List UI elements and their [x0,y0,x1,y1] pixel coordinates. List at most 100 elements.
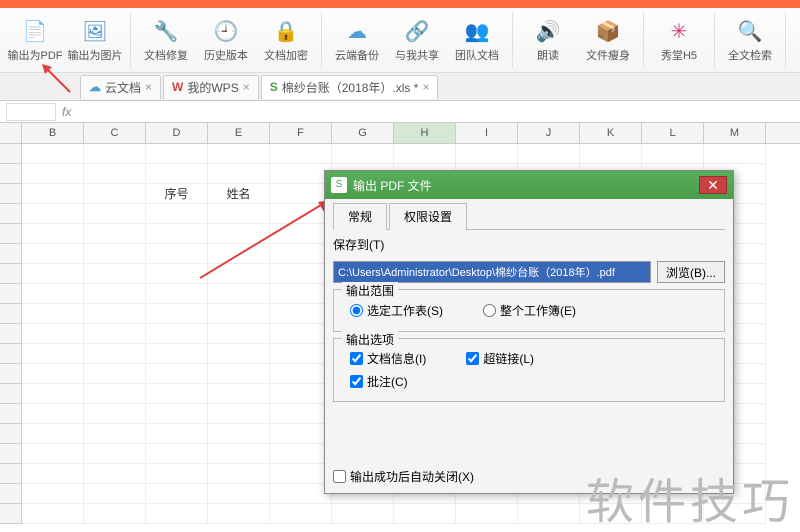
cell-B16[interactable] [22,444,84,464]
row-header[interactable] [0,224,22,244]
close-icon[interactable]: × [145,80,152,94]
cell-E2[interactable] [208,164,270,184]
save-path-input[interactable] [333,261,651,283]
cell-D9[interactable] [146,304,208,324]
toolbar-与我共享[interactable]: 🔗与我共享 [388,12,446,68]
cell-C1[interactable] [84,144,146,164]
cell-E7[interactable] [208,264,270,284]
cell-D4[interactable] [146,204,208,224]
browse-button[interactable]: 浏览(B)... [657,261,725,283]
cell-E17[interactable] [208,464,270,484]
row-header[interactable] [0,284,22,304]
col-header-M[interactable]: M [704,123,766,143]
col-header-J[interactable]: J [518,123,580,143]
cell-D3[interactable]: 序号 [146,184,208,204]
cell-K1[interactable] [580,144,642,164]
col-header-H[interactable]: H [394,123,456,143]
cell-F16[interactable] [270,444,332,464]
cell-B10[interactable] [22,324,84,344]
cell-B7[interactable] [22,264,84,284]
cell-M19[interactable] [704,504,766,524]
cell-J1[interactable] [518,144,580,164]
cell-C2[interactable] [84,164,146,184]
toolbar-输出为PDF[interactable]: 📄输出为PDF [6,12,64,68]
cell-G1[interactable] [332,144,394,164]
cell-D15[interactable] [146,424,208,444]
cell-E1[interactable] [208,144,270,164]
row-header[interactable] [0,204,22,224]
toolbar-云端备份[interactable]: ☁云端备份 [328,12,386,68]
cell-B15[interactable] [22,424,84,444]
row-header[interactable] [0,184,22,204]
cell-C17[interactable] [84,464,146,484]
tab-general[interactable]: 常规 [333,203,387,230]
row-header[interactable] [0,424,22,444]
doc-tab[interactable]: ☁云文档× [80,75,161,99]
cell-C16[interactable] [84,444,146,464]
col-header-I[interactable]: I [456,123,518,143]
row-header[interactable] [0,264,22,284]
check-comments[interactable]: 批注(C) [350,373,408,390]
cell-B5[interactable] [22,224,84,244]
cell-C9[interactable] [84,304,146,324]
cell-E15[interactable] [208,424,270,444]
col-header-L[interactable]: L [642,123,704,143]
cell-F2[interactable] [270,164,332,184]
cell-E11[interactable] [208,344,270,364]
cell-E4[interactable] [208,204,270,224]
cell-J19[interactable] [518,504,580,524]
row-header[interactable] [0,384,22,404]
cell-D10[interactable] [146,324,208,344]
cell-D2[interactable] [146,164,208,184]
cell-B6[interactable] [22,244,84,264]
doc-tab[interactable]: S棉纱台账（2018年）.xls *× [261,75,439,99]
cell-C13[interactable] [84,384,146,404]
cell-D19[interactable] [146,504,208,524]
check-hyperlink[interactable]: 超链接(L) [466,350,534,367]
cell-B13[interactable] [22,384,84,404]
radio-selected-sheet[interactable]: 选定工作表(S) [350,302,443,319]
cell-F5[interactable] [270,224,332,244]
check-auto-close[interactable]: 输出成功后自动关闭(X) [333,468,474,485]
cell-D1[interactable] [146,144,208,164]
cell-C11[interactable] [84,344,146,364]
row-header[interactable] [0,164,22,184]
col-header-F[interactable]: F [270,123,332,143]
cell-F15[interactable] [270,424,332,444]
cell-D16[interactable] [146,444,208,464]
cell-E10[interactable] [208,324,270,344]
cell-G19[interactable] [332,504,394,524]
toolbar-团队文档[interactable]: 👥团队文档 [448,12,506,68]
col-header-K[interactable]: K [580,123,642,143]
cell-C4[interactable] [84,204,146,224]
cell-L1[interactable] [642,144,704,164]
toolbar-朗读[interactable]: 🔊朗读 [519,12,577,68]
row-header[interactable] [0,344,22,364]
cell-C8[interactable] [84,284,146,304]
cell-B14[interactable] [22,404,84,424]
cell-C15[interactable] [84,424,146,444]
cell-F10[interactable] [270,324,332,344]
cell-F8[interactable] [270,284,332,304]
col-header-B[interactable]: B [22,123,84,143]
toolbar-文档加密[interactable]: 🔒文档加密 [257,12,315,68]
cell-E18[interactable] [208,484,270,504]
cell-B11[interactable] [22,344,84,364]
cell-F19[interactable] [270,504,332,524]
cell-D5[interactable] [146,224,208,244]
cell-D12[interactable] [146,364,208,384]
check-doc-info[interactable]: 文档信息(I) [350,350,426,367]
cell-L19[interactable] [642,504,704,524]
cell-E9[interactable] [208,304,270,324]
cell-F9[interactable] [270,304,332,324]
cell-D14[interactable] [146,404,208,424]
cell-E5[interactable] [208,224,270,244]
cell-F18[interactable] [270,484,332,504]
cell-E16[interactable] [208,444,270,464]
doc-tab[interactable]: W我的WPS× [163,75,259,99]
select-all-corner[interactable] [0,123,22,143]
cell-C3[interactable] [84,184,146,204]
row-header[interactable] [0,364,22,384]
cell-B4[interactable] [22,204,84,224]
cell-C14[interactable] [84,404,146,424]
